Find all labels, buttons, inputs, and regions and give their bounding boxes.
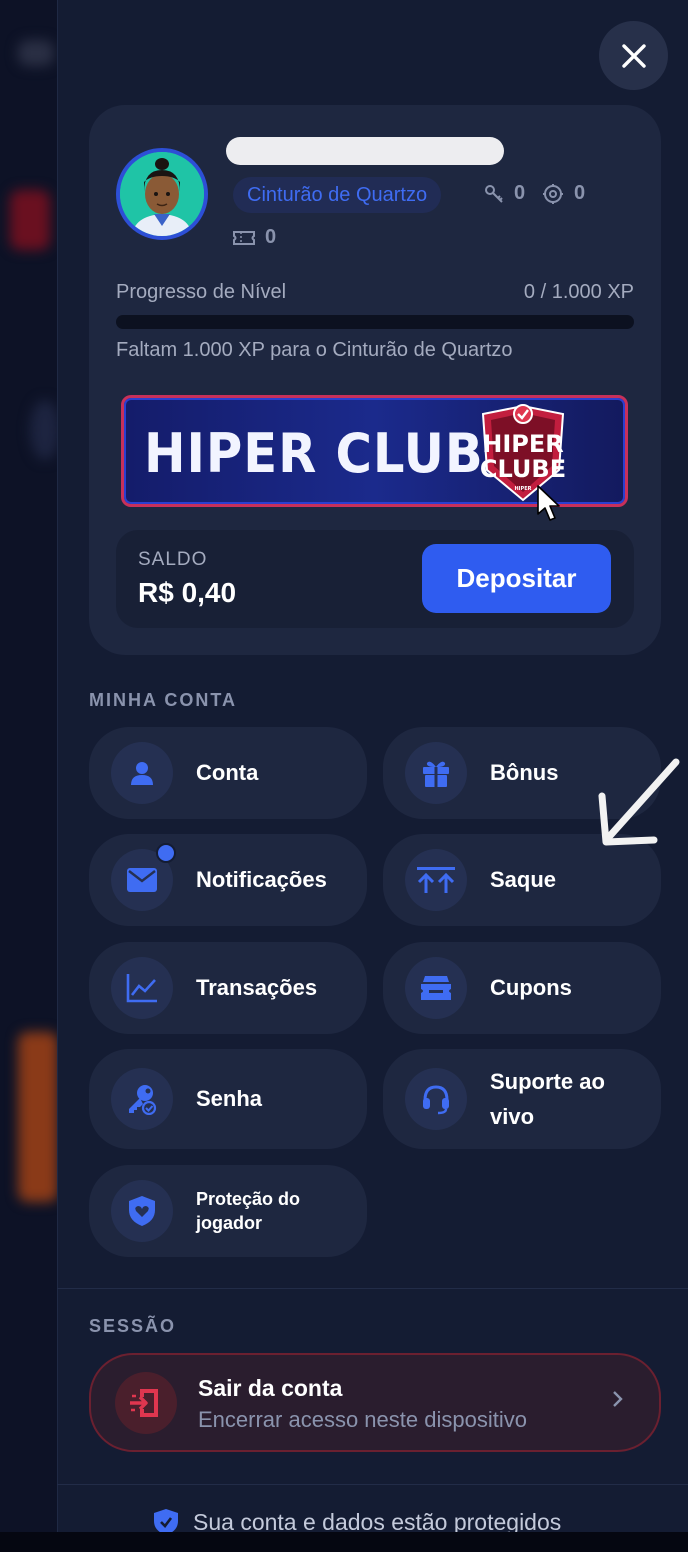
avatar[interactable]: [116, 148, 208, 240]
level-value: 0 / 1.000 XP: [523, 281, 634, 303]
key-icon: [485, 184, 503, 203]
menu-item-senha[interactable]: Senha: [89, 1049, 367, 1149]
menu-icon-circle: [111, 957, 173, 1019]
gift-icon: [423, 761, 449, 787]
account-section-title: MINHA CONTA: [89, 690, 237, 710]
logo-text-small: HIPER: [515, 486, 532, 492]
ticket-icon: [233, 230, 255, 245]
headset-icon: [423, 1085, 449, 1115]
keys-count: 0: [514, 182, 526, 204]
menu-item-label: Cupons: [490, 975, 572, 1000]
level-hint: Faltam 1.000 XP para o Cinturão de Quart…: [116, 339, 513, 361]
bottom-strip: [0, 1532, 688, 1552]
coins-count: 0: [574, 182, 586, 204]
menu-item-label: Bônus: [490, 760, 559, 785]
menu-icon-circle: [405, 849, 467, 911]
background-logo: [18, 40, 54, 66]
background-page: [0, 0, 58, 1552]
menu-item-label: Senha: [196, 1086, 263, 1111]
logout-subtitle: Encerrar acesso neste dispositivo: [198, 1407, 527, 1432]
section-divider: [57, 1484, 688, 1485]
logo-text-top: HIPER: [482, 430, 563, 458]
close-button[interactable]: [599, 21, 668, 90]
mouse-cursor-icon: [537, 485, 560, 521]
tickets-count: 0: [265, 226, 277, 248]
background-thumbnail: [18, 1032, 58, 1202]
annotation-arrow-icon: [598, 758, 680, 846]
ticket-icon: [421, 976, 451, 1000]
background-shape: [30, 400, 58, 460]
logout-title: Sair da conta: [198, 1375, 343, 1401]
chevron-right-icon: [613, 1391, 623, 1407]
menu-icon-circle: [111, 1180, 173, 1242]
menu-item-conta[interactable]: Conta: [89, 727, 367, 819]
keys-stat: 0: [484, 182, 525, 205]
level-progress-bar: [116, 315, 634, 329]
username-redacted: [226, 137, 504, 165]
session-section-title: SESSÃO: [89, 1316, 177, 1336]
section-divider: [57, 1288, 688, 1289]
withdraw-icon: [417, 867, 455, 893]
mail-icon: [127, 868, 157, 892]
shield-heart-icon: [129, 1196, 155, 1226]
menu-item-label: Proteção do jogador: [196, 1189, 301, 1233]
menu-item-notificacoes[interactable]: Notificações: [89, 834, 367, 926]
menu-item-label: Transações: [196, 975, 318, 1000]
menu-item-label: Suporte ao vivo: [490, 1069, 605, 1129]
logout-icon: [130, 1389, 158, 1417]
avatar-image: [120, 152, 204, 236]
notification-badge: [156, 843, 176, 863]
menu-icon-circle: [111, 1068, 173, 1130]
menu-item-label: Saque: [490, 867, 557, 892]
menu-icon-circle: [111, 742, 173, 804]
logout-button[interactable]: Sair da conta Encerrar acesso neste disp…: [89, 1353, 661, 1452]
menu-icon-circle: [405, 742, 467, 804]
user-icon: [131, 762, 153, 785]
deposit-button[interactable]: Depositar: [422, 544, 611, 613]
logout-icon-circle: [115, 1372, 177, 1434]
tickets-stat: 0: [233, 226, 276, 249]
hiper-clube-logo: HIPER CLUBE HIPER: [480, 404, 566, 502]
menu-item-transacoes[interactable]: Transações: [89, 942, 367, 1034]
chart-icon: [126, 974, 157, 1003]
menu-item-protecao[interactable]: Proteção do jogador: [89, 1165, 367, 1257]
menu-icon-circle: [405, 957, 467, 1019]
logo-text-bottom: CLUBE: [480, 455, 566, 483]
key-lock-icon: [129, 1085, 157, 1115]
menu-item-label: Notificações: [196, 867, 327, 892]
menu-item-suporte[interactable]: Suporte ao vivo: [383, 1049, 661, 1149]
target-icon: [543, 183, 563, 204]
balance-label: SALDO: [138, 549, 208, 570]
belt-label: Cinturão de Quartzo: [247, 183, 428, 206]
menu-item-cupons[interactable]: Cupons: [383, 942, 661, 1034]
level-label: Progresso de Nível: [116, 281, 287, 303]
close-icon: [621, 43, 646, 68]
menu-item-label: Conta: [196, 760, 259, 785]
background-shape: [10, 190, 50, 250]
belt-badge[interactable]: Cinturão de Quartzo: [233, 177, 442, 213]
balance-value: R$ 0,40: [138, 577, 237, 608]
banner-title: HIPER CLUBE: [144, 422, 519, 485]
menu-icon-circle: [405, 1068, 467, 1130]
coins-stat: 0: [542, 182, 585, 205]
